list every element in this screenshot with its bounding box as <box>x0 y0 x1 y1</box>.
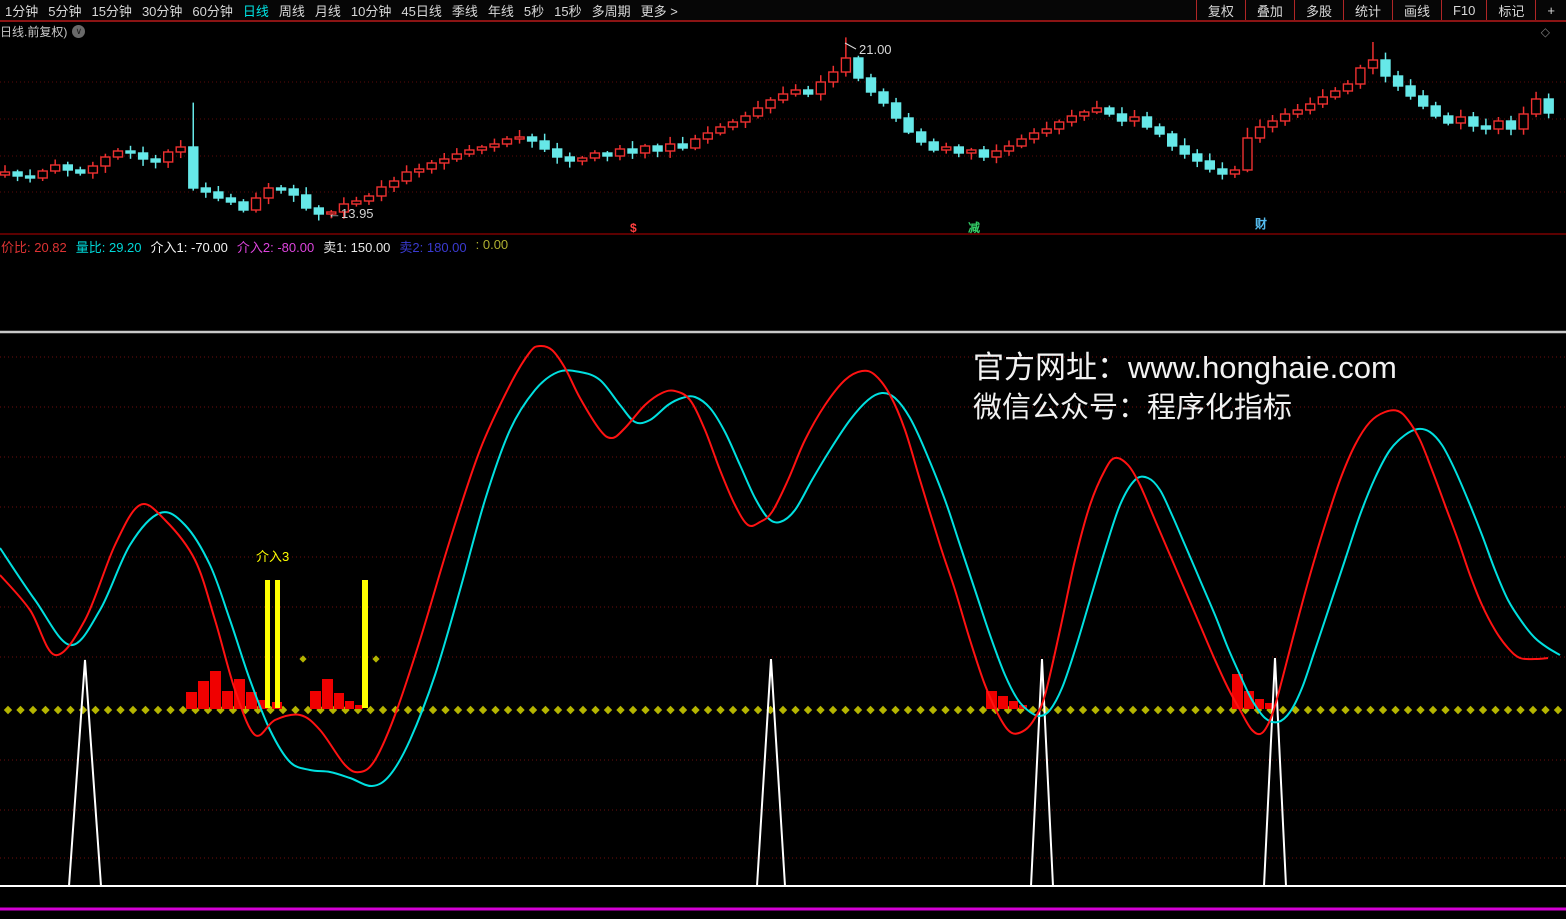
indicator-status-line: 价比: 20.82 量比: 29.20 介入1: -70.00 介入2: -80.00… <box>1 237 517 252</box>
menu-item-3[interactable]: 30分钟 <box>137 0 187 21</box>
toolbar-button-1[interactable]: 叠加 <box>1245 0 1294 20</box>
watermark-website: 官方网址：www.honghaie.com <box>973 348 1397 389</box>
svg-text:21.00: 21.00 <box>859 42 892 57</box>
menu-item-14[interactable]: 多周期 <box>587 0 636 21</box>
menu-item-2[interactable]: 15分钟 <box>86 0 136 21</box>
watermark-wechat: 微信公众号：程序化指标 <box>973 389 1397 427</box>
toolbar-button-6[interactable]: 标记 <box>1486 0 1535 20</box>
candlestick-series <box>1 37 1554 220</box>
toolbar-button-7[interactable]: + <box>1535 0 1566 20</box>
status-token-4: 卖1: 150.00 <box>323 237 390 252</box>
menu-item-6[interactable]: 周线 <box>274 0 310 21</box>
signal-bars <box>265 580 368 708</box>
indicator-cyan-line <box>0 370 1560 786</box>
chart-period-row: 日线.前复权) ∨ <box>0 24 85 39</box>
buy-signal-label: 介入3 <box>256 546 289 565</box>
menu-item-12[interactable]: 5秒 <box>519 0 549 21</box>
menu-item-1[interactable]: 5分钟 <box>43 0 86 21</box>
trading-terminal-window: 1分钟5分钟15分钟30分钟60分钟日线周线月线10分钟45日线季线年线5秒15… <box>0 0 1566 919</box>
toolbar-button-3[interactable]: 统计 <box>1343 0 1392 20</box>
svg-text:减: 减 <box>968 220 980 235</box>
status-token-3: 介入2: -80.00 <box>237 237 314 252</box>
chart-canvas[interactable]: 21.00 ←13.95 $ 减 财 <box>0 0 1566 919</box>
status-token-2: 介入1: -70.00 <box>151 237 228 252</box>
toolbar-button-4[interactable]: 画线 <box>1392 0 1441 20</box>
status-token-0: 价比: 20.82 <box>1 237 67 252</box>
period-adjust-label: 日线.前复权) <box>0 23 67 40</box>
price-annotations: 21.00 ←13.95 <box>328 42 892 221</box>
status-token-5: 卖2: 180.00 <box>399 237 466 252</box>
frame-lines <box>0 234 1566 909</box>
menu-item-5[interactable]: 日线 <box>238 0 274 21</box>
toolbar-button-2[interactable]: 多股 <box>1294 0 1343 20</box>
status-token-6: : 0.00 <box>476 237 509 252</box>
svg-text:←13.95: ←13.95 <box>328 206 374 221</box>
menu-item-13[interactable]: 15秒 <box>549 0 586 21</box>
toolbar-buttons: 复权叠加多股统计画线F10标记+ <box>1196 0 1566 20</box>
diamond-icon[interactable]: ◇ <box>1541 25 1550 39</box>
menu-item-8[interactable]: 10分钟 <box>346 0 396 21</box>
toolbar-button-0[interactable]: 复权 <box>1196 0 1245 20</box>
menu-item-7[interactable]: 月线 <box>310 0 346 21</box>
svg-text:财: 财 <box>1254 216 1267 231</box>
menu-item-10[interactable]: 季线 <box>447 0 483 21</box>
event-markers: $ 减 财 <box>630 216 1267 235</box>
watermark: 官方网址：www.honghaie.com 微信公众号：程序化指标 <box>973 348 1397 427</box>
menu-item-0[interactable]: 1分钟 <box>0 0 43 21</box>
svg-text:$: $ <box>630 221 637 235</box>
indicator-gridlines <box>0 357 1566 858</box>
histogram-bars <box>186 671 1273 709</box>
menu-item-11[interactable]: 年线 <box>483 0 519 21</box>
status-token-1: 量比: 29.20 <box>76 237 142 252</box>
menu-item-4[interactable]: 60分钟 <box>187 0 237 21</box>
menu-item-9[interactable]: 45日线 <box>396 0 446 21</box>
toolbar-button-5[interactable]: F10 <box>1441 0 1486 20</box>
chevron-down-icon[interactable]: ∨ <box>72 25 85 38</box>
menu-item-15[interactable]: 更多 > <box>636 0 683 21</box>
period-menu: 1分钟5分钟15分钟30分钟60分钟日线周线月线10分钟45日线季线年线5秒15… <box>0 0 683 20</box>
period-menu-bar: 1分钟5分钟15分钟30分钟60分钟日线周线月线10分钟45日线季线年线5秒15… <box>0 0 1566 22</box>
